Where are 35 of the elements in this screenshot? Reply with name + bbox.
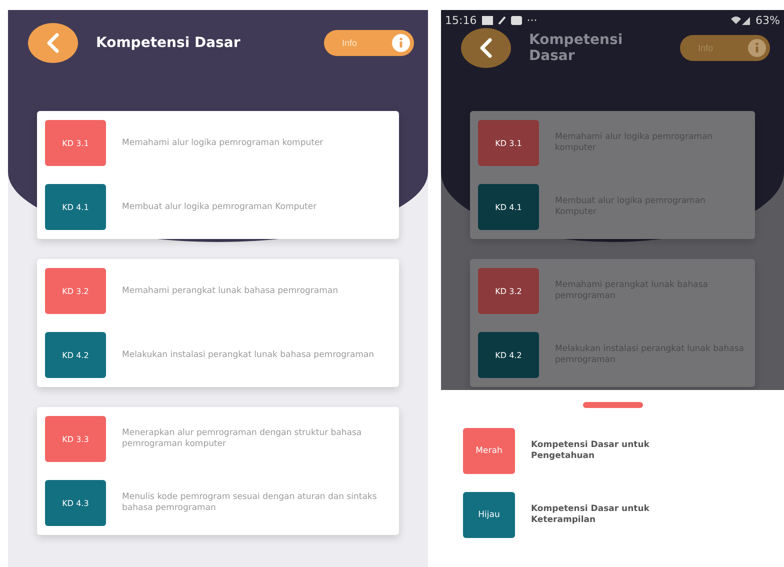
back-icon	[479, 38, 493, 58]
kd-code: KD 4.1	[45, 184, 106, 230]
back-button[interactable]	[461, 28, 511, 68]
info-icon	[748, 39, 766, 57]
kd-code: KD 4.1	[478, 184, 539, 230]
sheet-handle[interactable]	[582, 402, 642, 408]
kd-description: Memahami alur logika pemrograman komputer	[122, 138, 324, 148]
kd-description: Memahami perangkat lunak bahasa pemrograman	[122, 286, 338, 296]
kd-description: Menerapkan alur pemrograman dengan struktur bahasa pemrograman komputer	[122, 428, 363, 450]
video-icon	[510, 16, 522, 24]
color-label: Hijau	[463, 492, 515, 538]
status-more: ···	[526, 14, 538, 26]
info-button[interactable]: Info	[324, 30, 414, 56]
kd-code: KD 3.3	[45, 416, 106, 462]
kd-code: KD 3.1	[478, 120, 539, 166]
kd-code: KD 4.2	[478, 332, 539, 378]
kd-code: KD 4.2	[45, 332, 106, 378]
kd-code: KD 4.3	[45, 480, 106, 526]
signal-icon	[730, 15, 751, 25]
kd-code: KD 3.2	[45, 268, 106, 314]
kd-description: Menulis kode pemrogram sesuai dengan aturan dan sintaks bahasa pemrograman	[122, 492, 378, 514]
screen-title: Kompetensi Dasar	[529, 32, 624, 64]
status-time: 15:16	[445, 14, 477, 26]
kd-description: Membuat alur logika pemrograman Komputer	[122, 202, 317, 212]
kd-code: KD 3.2	[478, 268, 539, 314]
battery-level: 63%	[756, 14, 780, 26]
color-label: Merah	[463, 428, 515, 474]
info-icon	[392, 34, 410, 52]
back-button[interactable]	[28, 23, 78, 63]
kd-code: KD 3.1	[45, 120, 106, 166]
legend-description: Kompetensi Dasar untuk Pengetahuan	[531, 440, 650, 462]
legend-description: Kompetensi Dasar untuk Keterampilan	[531, 504, 650, 526]
back-icon	[46, 33, 60, 53]
kd-description: Melakukan instalasi perangkat lunak bahasa pemrograman	[122, 350, 374, 360]
screen-title: Kompetensi Dasar	[96, 35, 242, 51]
